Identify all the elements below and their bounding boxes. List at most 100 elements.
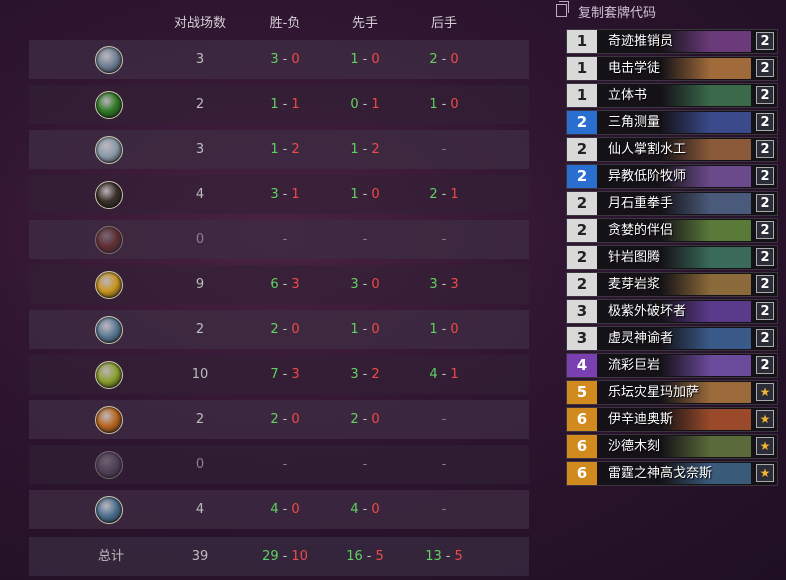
deck-card[interactable]: 2 贪婪的伴侣 2 (566, 218, 778, 243)
deck-card[interactable]: 6 伊辛迪奥斯 ★ (566, 407, 778, 432)
card-count: 2 (756, 194, 774, 212)
deck-card[interactable]: 2 月石重拳手 2 (566, 191, 778, 216)
wins-value: 4 (350, 502, 359, 517)
games-count: 3 (195, 142, 205, 157)
separator: - (282, 322, 288, 337)
separator: - (282, 502, 288, 517)
deck-card[interactable]: 3 极紫外破坏者 2 (566, 299, 778, 324)
separator: - (441, 277, 447, 292)
losses-value: 1 (450, 187, 459, 202)
card-art (661, 355, 751, 376)
separator: - (441, 97, 447, 112)
games-count: 4 (195, 502, 205, 517)
deck-card[interactable]: 1 立体书 2 (566, 83, 778, 108)
opponent-row[interactable]: 96-33-03-3 (29, 265, 529, 304)
record-pair: 2-0 (350, 400, 379, 439)
opponent-row[interactable]: 31-21-2- (29, 130, 529, 169)
copy-icon-back (559, 1, 569, 13)
separator: - (282, 52, 288, 67)
card-art (661, 409, 751, 430)
record-pair: 4-0 (350, 490, 379, 529)
card-art (661, 58, 751, 79)
losses-value: 3 (450, 277, 459, 292)
card-name: 乐坛灾星玛加萨 (608, 385, 700, 400)
deck-card[interactable]: 6 雷霆之神高戈奈斯 ★ (566, 461, 778, 486)
card-art (661, 112, 751, 133)
games-count: 0 (195, 232, 205, 247)
deck-card[interactable]: 2 麦芽岩浆 2 (566, 272, 778, 297)
games-count: 0 (195, 457, 205, 472)
wins-value: 29 (262, 549, 279, 564)
deck-card[interactable]: 3 虚灵神谕者 2 (566, 326, 778, 351)
losses-value: 0 (291, 322, 300, 337)
druid-class-icon (95, 361, 123, 389)
card-name: 虚灵神谕者 (608, 331, 674, 346)
card-count: 2 (756, 356, 774, 374)
opponent-row[interactable]: 21-10-11-0 (29, 85, 529, 124)
wins-value: 1 (270, 97, 279, 112)
deck-card[interactable]: 6 沙德木刻 ★ (566, 434, 778, 459)
card-count: 2 (756, 221, 774, 239)
card-name: 奇迹推销员 (608, 34, 674, 49)
opponent-row[interactable]: 0 - - - (29, 220, 529, 259)
wins-value: 2 (270, 322, 279, 337)
losses-value: 0 (371, 277, 380, 292)
wins-value: 1 (350, 322, 359, 337)
separator: - (282, 549, 288, 564)
card-cost: 2 (567, 165, 597, 188)
card-name: 针岩图腾 (608, 250, 661, 265)
record-pair: 1-0 (429, 85, 458, 124)
record-pair: 1-1 (270, 85, 299, 124)
games-count: 2 (195, 97, 205, 112)
deck-card[interactable]: 2 异教低阶牧师 2 (566, 164, 778, 189)
record-pair: 4-1 (429, 355, 458, 394)
record-pair: 2-0 (270, 400, 299, 439)
header-second: 后手 (430, 16, 458, 31)
losses-value: 0 (291, 412, 300, 427)
deck-card[interactable]: 2 针岩图腾 2 (566, 245, 778, 270)
card-cost: 2 (567, 111, 597, 134)
card-count: 2 (756, 167, 774, 185)
card-art (661, 274, 751, 295)
opponent-row[interactable]: 22-02-0- (29, 400, 529, 439)
card-cost: 2 (567, 219, 597, 242)
header-win-loss: 胜-负 (269, 16, 301, 31)
deck-card[interactable]: 1 奇迹推销员 2 (566, 29, 778, 54)
record-pair: 6-3 (270, 265, 299, 304)
opponent-row[interactable]: 22-01-01-0 (29, 310, 529, 349)
games-count: 9 (195, 277, 205, 292)
wins-value: 16 (346, 549, 363, 564)
separator: - (282, 187, 288, 202)
record-pair: 1-2 (350, 130, 379, 169)
separator: - (441, 367, 447, 382)
losses-value: 0 (450, 97, 459, 112)
card-count: 2 (756, 275, 774, 293)
wins-value: 0 (350, 97, 359, 112)
card-art (661, 247, 751, 268)
record-pair: 16-5 (346, 537, 384, 576)
opponent-row[interactable]: 33-01-02-0 (29, 40, 529, 79)
card-count: 2 (756, 302, 774, 320)
losses-value: 0 (371, 52, 380, 67)
opponent-row[interactable]: 43-11-02-1 (29, 175, 529, 214)
losses-value: 0 (371, 412, 380, 427)
card-count: 2 (756, 59, 774, 77)
card-cost: 5 (567, 381, 597, 404)
separator: - (441, 187, 447, 202)
legendary-star-icon: ★ (756, 437, 774, 455)
deck-card[interactable]: 1 电击学徒 2 (566, 56, 778, 81)
card-count: 2 (756, 32, 774, 50)
separator: - (282, 97, 288, 112)
deck-card[interactable]: 2 三角测量 2 (566, 110, 778, 135)
opponent-row[interactable]: 10 7-3 3-2 4-1 (29, 355, 529, 394)
card-cost: 1 (567, 57, 597, 80)
priest-class-icon (95, 451, 123, 479)
opponent-row[interactable]: 0 - - - (29, 445, 529, 484)
deck-card[interactable]: 5 乐坛灾星玛加萨 ★ (566, 380, 778, 405)
deck-card[interactable]: 2 仙人掌割水工 2 (566, 137, 778, 162)
wins-value: 3 (270, 187, 279, 202)
deck-card[interactable]: 4 流彩巨岩 2 (566, 353, 778, 378)
card-name: 三角测量 (608, 115, 661, 130)
opponent-row[interactable]: 44-04-0- (29, 490, 529, 529)
copy-deck-code-label: 复制套牌代码 (578, 6, 657, 21)
